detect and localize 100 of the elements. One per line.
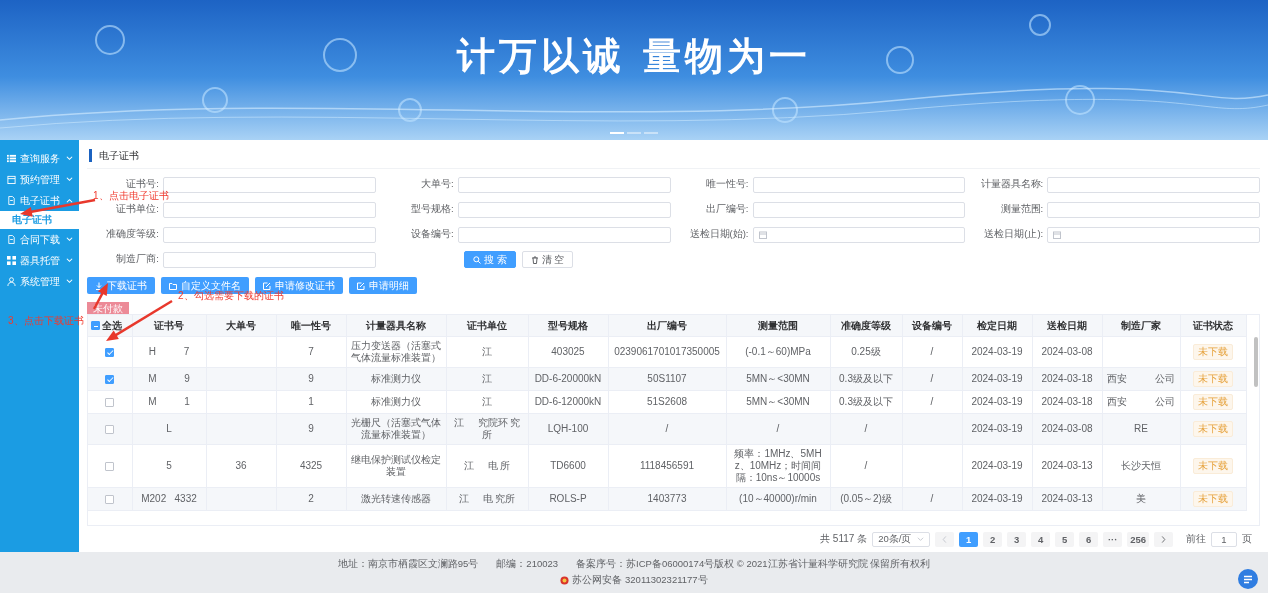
table-cell: 美 <box>1136 493 1146 504</box>
status-tag: 未下载 <box>1193 491 1233 507</box>
table-cell: 2 <box>308 493 314 504</box>
sidebar-item[interactable]: 查询服务 <box>0 148 79 169</box>
table-cell: / <box>930 346 934 357</box>
table-cell: ROLS-P <box>549 493 587 504</box>
page-button[interactable]: 6 <box>1079 531 1099 547</box>
table-cell: 江 <box>482 373 492 384</box>
table-cell: 激光转速传感器 <box>361 493 431 504</box>
action-button[interactable]: 申请明细 <box>349 277 417 294</box>
page-size-select[interactable]: 20条/页 <box>872 531 931 547</box>
field-label: 型号规格: <box>410 203 455 216</box>
status-tag: 未下载 <box>1193 394 1233 410</box>
status-tag: 未下载 <box>1193 421 1233 437</box>
column-header: 出厂编号 <box>608 315 726 337</box>
sidebar-item[interactable]: 合同下载 <box>0 229 79 250</box>
column-header: 制造厂家 <box>1102 315 1180 337</box>
table-cell: 36 <box>235 460 247 471</box>
table-cell: LQH-100 <box>547 423 589 434</box>
table-cell: 继电保护测试仪检定装置 <box>351 454 441 477</box>
search-button[interactable]: 搜 索 <box>463 251 516 268</box>
table-cell: H 7 <box>148 346 190 357</box>
page-suffix: 页 <box>1242 532 1252 546</box>
column-header: 计量器具名称 <box>346 315 446 337</box>
column-header: 证书单位 <box>446 315 528 337</box>
table-cell: 7 <box>308 346 314 357</box>
table-cell: 50S1107 <box>647 373 687 384</box>
table-cell: / <box>930 373 934 384</box>
field-label: 测量范围: <box>999 203 1045 216</box>
sidebar-item[interactable]: 预约管理 <box>0 169 79 190</box>
column-header: 检定日期 <box>962 315 1032 337</box>
table-cell: 2024-03-19 <box>971 373 1023 384</box>
page-button[interactable]: 4 <box>1031 531 1051 547</box>
table-cell: 51S2608 <box>646 396 687 407</box>
table-cell: 5 <box>166 460 172 471</box>
banner-slogan: 计万以诚 <box>457 33 625 79</box>
table-cell: 1 <box>308 396 314 407</box>
table-cell: 江 <box>482 396 492 407</box>
table-cell: / <box>930 396 934 407</box>
table-cell: M202 4332 <box>141 493 197 504</box>
table-cell: / <box>776 423 780 434</box>
sidebar-subitem[interactable]: 电子证书 <box>0 211 79 229</box>
status-tag: 未下载 <box>1193 458 1233 474</box>
status-tag: 未下载 <box>1193 371 1233 387</box>
table-cell: 标准测力仪 <box>371 396 421 407</box>
page-button[interactable]: 5 <box>1055 531 1075 547</box>
table-cell: 2024-03-13 <box>1041 460 1093 471</box>
column-header: 唯一性号 <box>276 315 346 337</box>
page-button[interactable]: 256 <box>1127 531 1149 547</box>
sidebar-item[interactable]: 系统管理 <box>0 271 79 292</box>
table-cell: DD-6-20000kN <box>534 373 602 384</box>
table-cell: 频率：1MHz、5MHz、10MHz；时间间隔：10ns～10000s <box>734 448 822 483</box>
table-cell: M 9 <box>148 373 190 384</box>
table-cell: 2024-03-19 <box>971 493 1023 504</box>
column-header: 全选 <box>102 318 122 333</box>
footer-text: 地址：南京市栖霞区文澜路95号 <box>337 558 479 571</box>
column-header: 证书状态 <box>1180 315 1246 337</box>
column-header: 型号规格 <box>528 315 608 337</box>
column-header: 大单号 <box>206 315 276 337</box>
table-cell: 4325 <box>299 460 323 471</box>
table-cell: 9 <box>308 373 314 384</box>
page-button[interactable]: ··· <box>1103 531 1123 547</box>
table-cell: 2024-03-19 <box>971 396 1023 407</box>
clear-button[interactable]: 清 空 <box>521 251 574 268</box>
table-cell: TD6600 <box>550 460 586 471</box>
goto-label: 前往 <box>1186 532 1206 546</box>
sidebar-item[interactable]: 器具托管 <box>0 250 79 271</box>
sidebar-item[interactable]: 电子证书 <box>0 190 79 211</box>
field-label: 大单号: <box>420 178 455 191</box>
column-header: 设备编号 <box>902 315 962 337</box>
field-label: 设备编号: <box>410 228 455 241</box>
field-label: 证书号: <box>125 178 160 190</box>
status-tag: 未下载 <box>1193 344 1233 360</box>
field-label: 制造厂商: <box>115 253 160 266</box>
page-number-field[interactable]: 1 <box>1211 531 1237 547</box>
footer-text: 苏公网安备 32011302321177号 <box>572 574 708 587</box>
table-cell: 2024-03-08 <box>1041 346 1093 357</box>
table-cell: 光栅尺（活塞式气体流量标准装置） <box>351 417 441 440</box>
table-cell: 2024-03-18 <box>1041 396 1093 407</box>
table-cell: 江 电 究所 <box>458 493 516 504</box>
page-button[interactable]: 3 <box>1007 531 1027 547</box>
table-cell: 9 <box>308 423 314 434</box>
page-button[interactable]: 2 <box>983 531 1003 547</box>
table-cell: 2024-03-19 <box>971 346 1023 357</box>
table-cell: / <box>930 493 934 504</box>
field-label: 送检日期(始): <box>688 228 750 241</box>
table-cell: 2024-03-18 <box>1041 373 1093 384</box>
total-count: 共 5117 条 <box>820 532 868 546</box>
table-cell: 2024-03-19 <box>971 460 1023 471</box>
table-cell: M 1 <box>148 396 190 407</box>
page-title: 电子证书 <box>89 149 1260 162</box>
table-cell: 5MN～<30MN <box>746 373 810 384</box>
table-cell: (-0.1～60)MPa <box>745 346 811 357</box>
table-cell: / <box>665 423 669 434</box>
table-cell: 403025 <box>551 346 585 357</box>
annotation-text: 1、点击电子证书 <box>93 189 169 203</box>
column-header: 准确度等级 <box>830 315 902 337</box>
page-button[interactable]: 1 <box>959 531 979 547</box>
table-cell: DD-6-12000kN <box>534 396 602 407</box>
table-cell: 西安 公司 <box>1107 396 1175 407</box>
